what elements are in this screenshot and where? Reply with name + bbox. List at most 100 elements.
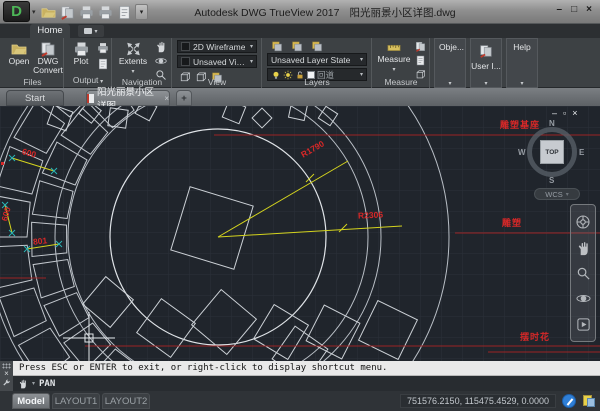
measure-ruler-icon (382, 41, 406, 55)
command-close-icon[interactable]: × (4, 369, 9, 379)
title-bar: D ▾ ▾ Autodesk DWG TrueView 2017阳光丽景小区详图… (0, 0, 600, 24)
command-dropdown-icon[interactable]: ▾ (32, 380, 35, 387)
tab-layout1[interactable]: LAYOUT1 (52, 393, 100, 409)
orbit-icon[interactable] (576, 291, 591, 306)
panel-user-interface[interactable]: User I... (470, 38, 502, 88)
dwg-convert-button[interactable]: DWG Convert (34, 41, 62, 75)
list-icon[interactable] (413, 54, 428, 67)
layer-state-select[interactable]: Unsaved Layer State (267, 53, 367, 66)
panel-output: Plot Output (65, 38, 112, 88)
app-logo[interactable]: D (3, 1, 30, 22)
viewport-window-controls: – ▫ × (552, 108, 577, 118)
dwg-trueview-window: { "logo": {"letter": "D"}, "titlebar": {… (0, 0, 600, 411)
cad-drawing (0, 106, 600, 361)
panel-files: Open DWG Convert Files (2, 38, 64, 88)
layer-on-icon[interactable] (289, 39, 304, 52)
ribbon-options-button[interactable]: ▾ (78, 25, 104, 37)
minimize-button[interactable]: – (557, 4, 563, 15)
app-name: Autodesk DWG TrueView 2017 (194, 7, 339, 19)
steering-wheel-icon[interactable] (575, 214, 591, 230)
close-button[interactable]: × (586, 4, 592, 15)
layer-freeze-icon[interactable] (309, 39, 324, 52)
command-settings-wrench-icon[interactable] (2, 379, 11, 388)
layer-state-value: Unsaved Layer State (271, 55, 350, 65)
command-line-grip[interactable]: × (0, 361, 13, 391)
named-view-icon (181, 57, 190, 66)
tab-drawing[interactable]: 阳光丽景小区详图 × (86, 90, 170, 106)
tab-model[interactable]: Model (12, 393, 50, 409)
drawing-tab-close-icon[interactable]: × (164, 94, 169, 103)
panel-title-layers: Layers (263, 77, 371, 88)
view-cube-south[interactable]: S (549, 176, 554, 185)
tray-settings-icon[interactable] (582, 394, 596, 408)
plot-button[interactable]: Plot (69, 41, 93, 66)
command-input-row[interactable]: ▾ PAN (13, 376, 600, 391)
navigation-bar (570, 204, 596, 342)
measure-label: Measure (377, 55, 410, 64)
layout2-tab-label: LAYOUT2 (105, 396, 148, 407)
zoom-extents-button[interactable]: Extents (118, 41, 148, 77)
ribbon-tab-strip: Home ▾ (0, 24, 600, 38)
measure-button[interactable]: Measure (377, 41, 411, 75)
view-cube-east[interactable]: E (579, 148, 584, 157)
dwg-file-icon (87, 94, 94, 103)
view-cube[interactable]: N S W E TOP (520, 120, 584, 184)
window-title: Autodesk DWG TrueView 2017阳光丽景小区详图.dwg (120, 5, 530, 20)
pan-icon[interactable] (576, 241, 591, 256)
visual-style-select[interactable]: 2D Wireframe (177, 40, 257, 53)
drawing-canvas[interactable]: 雕塑基座 雕塑 摆时花 R1790 R2306 600 600 801 – ▫ … (0, 106, 600, 361)
dwg-convert-icon (39, 41, 57, 57)
panel-view: 2D Wireframe Unsaved View View (173, 38, 262, 88)
viewport-close-icon[interactable]: × (572, 108, 577, 118)
layer-state-icon[interactable] (269, 39, 284, 52)
open-icon[interactable] (40, 4, 56, 20)
view-cube-top-face[interactable]: TOP (540, 140, 564, 164)
print-icon[interactable] (78, 4, 94, 20)
wcs-dropdown[interactable]: WCS (534, 188, 580, 200)
open-button[interactable]: Open (6, 41, 32, 66)
label-seasonal-flowers: 摆时花 (520, 330, 550, 343)
plot-printer-icon (72, 41, 91, 57)
open-folder-icon (9, 41, 29, 57)
visual-style-value: 2D Wireframe (193, 42, 245, 52)
panel-title-files: Files (2, 77, 63, 88)
viewport-restore-icon[interactable]: ▫ (563, 108, 566, 118)
panel-title-view: View (173, 77, 261, 88)
viewport-minimize-icon[interactable]: – (552, 108, 557, 118)
pan-tool-icon[interactable] (153, 40, 168, 53)
view-cube-west[interactable]: W (518, 148, 526, 157)
new-tab-button[interactable]: + (176, 90, 192, 106)
ribbon-options-icon (84, 28, 92, 34)
panel-layers: Unsaved Layer State 回道 Layers (263, 38, 372, 88)
named-view-select[interactable]: Unsaved View (177, 55, 257, 68)
panel-navigation: Extents Navigation (113, 38, 172, 88)
tray-page2-glyph (587, 398, 595, 407)
orbit-tool-icon[interactable] (153, 54, 168, 67)
tab-start[interactable]: Start (6, 90, 64, 106)
preview-icon[interactable] (95, 57, 110, 70)
annotation-monitor-icon[interactable] (562, 394, 576, 408)
plot-stamp-icon[interactable] (59, 4, 75, 20)
plot-preview-icon[interactable] (97, 4, 113, 20)
show-motion-icon[interactable] (576, 317, 591, 332)
app-menu-arrow-icon[interactable]: ▾ (32, 8, 36, 16)
tab-layout2[interactable]: LAYOUT2 (102, 393, 150, 409)
visual-style-preview-icon (181, 42, 190, 51)
extents-dropdown-icon (131, 66, 134, 77)
coordinates-readout: 751576.2150, 115475.4529, 0.0000 (400, 394, 556, 408)
measure-dropdown-icon (392, 64, 395, 75)
active-command-label: PAN (39, 379, 55, 389)
maximize-button[interactable]: □ (571, 4, 577, 15)
label-sculpture: 雕塑 (502, 216, 522, 229)
quick-measure-icon[interactable] (413, 40, 428, 53)
command-prompt-message[interactable]: Press ESC or ENTER to exit, or right-cli… (13, 361, 600, 376)
view-cube-north[interactable]: N (549, 119, 555, 128)
help-panel-label: Help (507, 39, 537, 52)
panel-help[interactable]: Help (506, 38, 538, 88)
batch-plot-icon[interactable] (95, 41, 110, 54)
pencil-glyph (567, 398, 574, 405)
panel-objects[interactable]: Obje... (434, 38, 466, 88)
user-interface-icon (478, 44, 494, 58)
zoom-icon[interactable] (576, 266, 591, 281)
tab-home[interactable]: Home (30, 24, 70, 38)
